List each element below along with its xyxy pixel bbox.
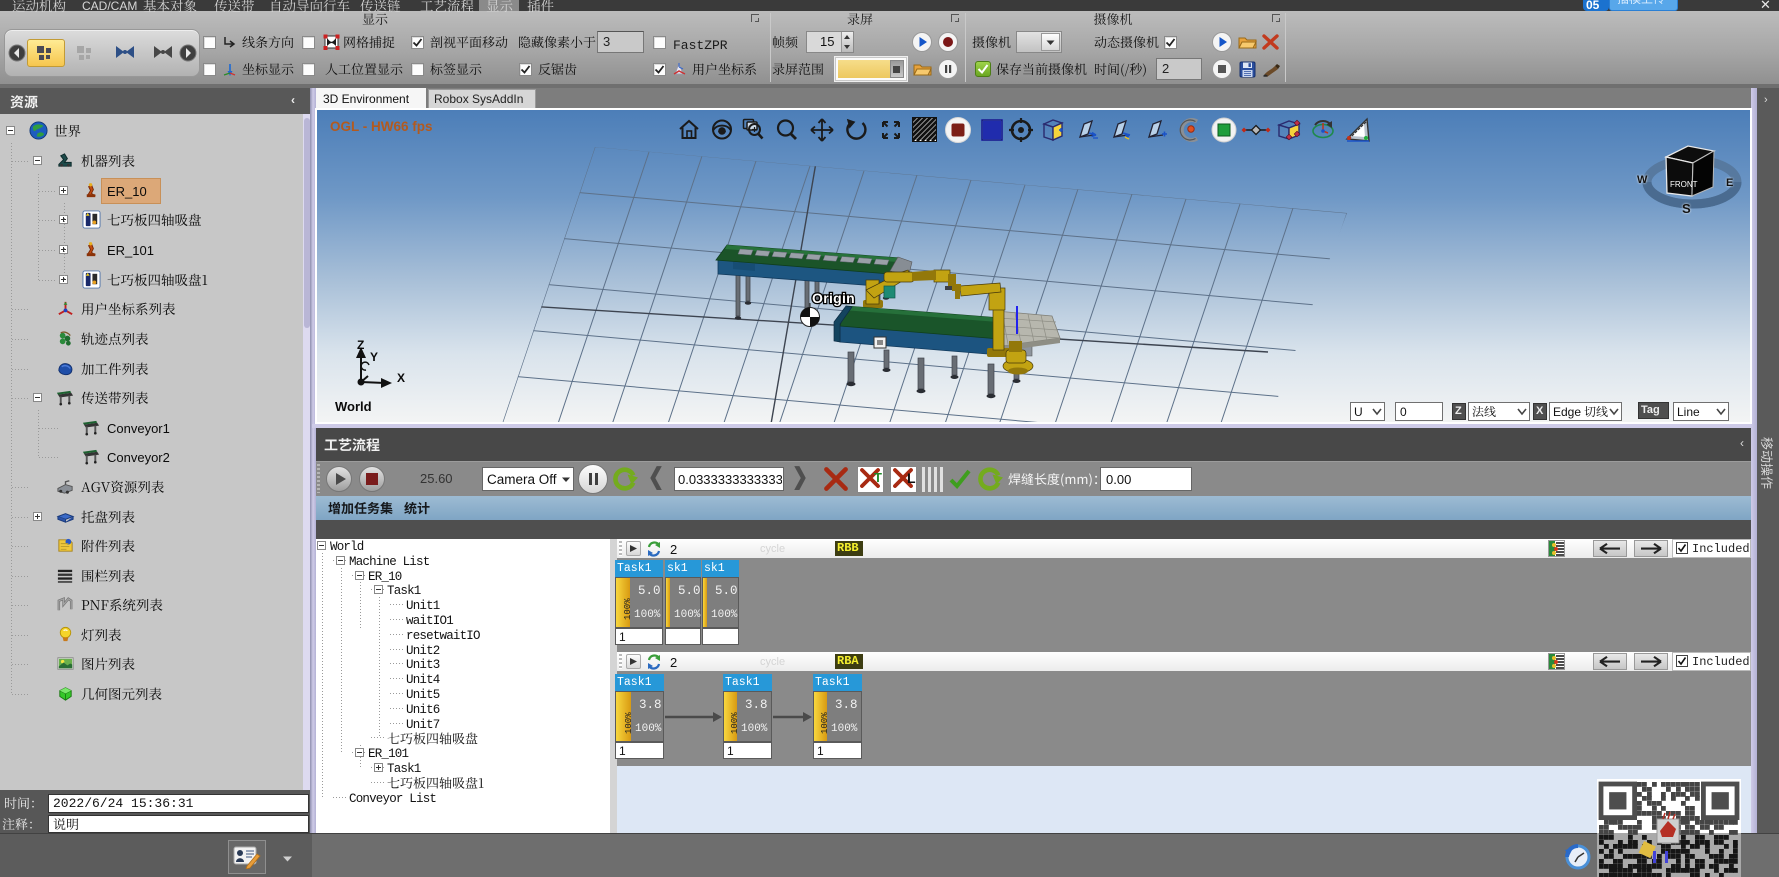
svg-text:Origin: Origin <box>812 290 855 306</box>
